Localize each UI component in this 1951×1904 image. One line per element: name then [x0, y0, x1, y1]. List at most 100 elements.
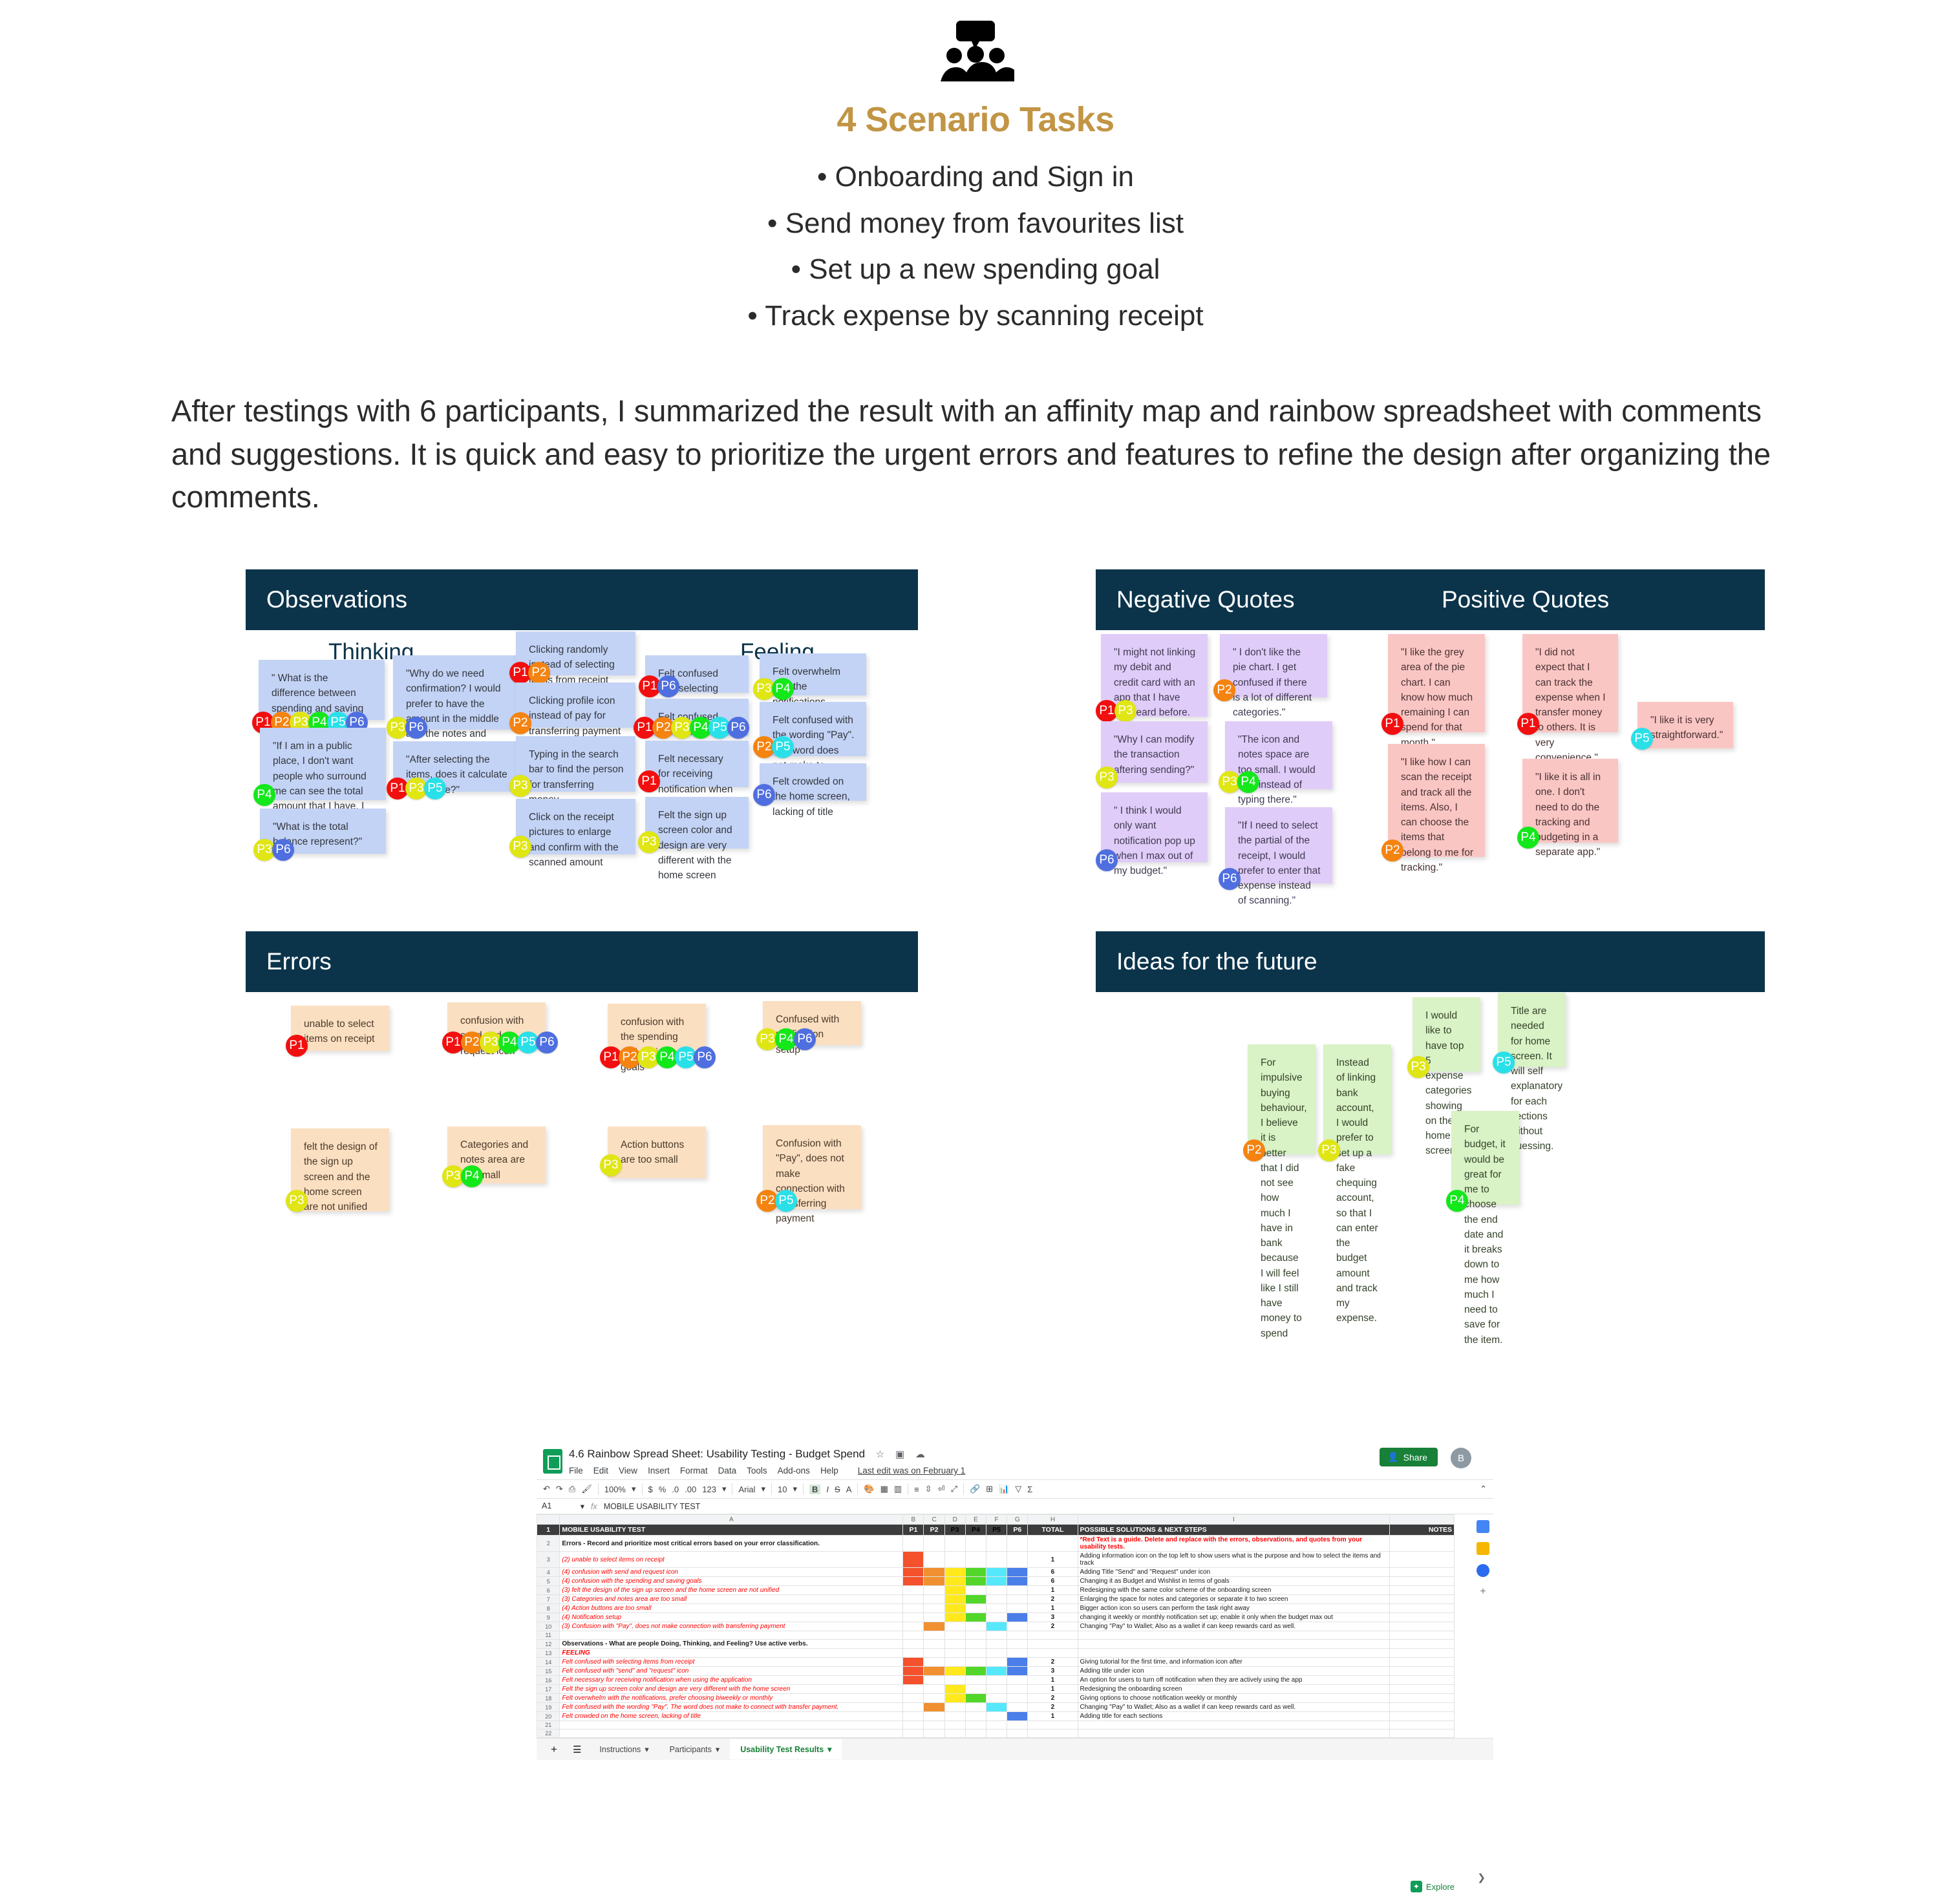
cell-notes[interactable] [1389, 1720, 1455, 1729]
cell-participant-p2[interactable] [923, 1594, 945, 1604]
sheet-tab-instructions[interactable]: Instructions ▾ [589, 1739, 659, 1759]
cell-description[interactable]: Felt the sign up screen color and design… [559, 1684, 904, 1694]
table-row[interactable]: 17 Felt the sign up screen color and desi… [536, 1684, 1455, 1694]
cell-participant-p1[interactable] [902, 1675, 924, 1685]
row-number[interactable]: 12 [536, 1639, 560, 1649]
cell-participant-p6[interactable] [1007, 1631, 1029, 1640]
cell-participant-p5[interactable] [985, 1551, 1008, 1568]
cell-notes[interactable] [1389, 1666, 1455, 1676]
cell-participant-p5[interactable] [985, 1693, 1008, 1703]
cell-participant-p5[interactable] [985, 1666, 1008, 1676]
cell-description[interactable]: (3) felt the design of the sign up scree… [559, 1585, 904, 1595]
cell-total[interactable] [1027, 1639, 1078, 1649]
cell-total[interactable]: 1 [1027, 1603, 1078, 1613]
add-addon-icon[interactable]: + [1480, 1586, 1486, 1598]
cell-participant-p6[interactable] [1007, 1684, 1029, 1694]
fill-color-icon[interactable]: 🎨 [864, 1484, 874, 1494]
cell-notes[interactable] [1389, 1594, 1455, 1604]
cell-participant-p4[interactable] [965, 1711, 986, 1721]
cell-participant-p5[interactable] [985, 1711, 1008, 1721]
text-wrap-icon[interactable]: ⏎ [938, 1484, 945, 1494]
explore-button[interactable]: ✦ Explore [1410, 1881, 1455, 1892]
calendar-icon[interactable] [1477, 1520, 1489, 1533]
cell-participant-p4[interactable] [965, 1631, 986, 1640]
row-number[interactable]: 11 [536, 1631, 560, 1640]
chevron-down-icon[interactable]: ▾ [827, 1744, 831, 1754]
cell-participant-p5[interactable] [985, 1603, 1008, 1613]
cell-participant-p4[interactable] [965, 1693, 986, 1703]
cell-description[interactable]: (4) confusion with send and request icon [559, 1567, 904, 1577]
cell-notes[interactable] [1389, 1648, 1455, 1658]
cell-solution[interactable] [1077, 1631, 1391, 1640]
cell-participant-p3[interactable] [944, 1666, 966, 1676]
sticky-note[interactable]: Action buttons are too small [608, 1127, 706, 1179]
column-header-e[interactable]: E [965, 1514, 986, 1525]
menu-edit[interactable]: Edit [593, 1466, 608, 1476]
cell-participant-p1[interactable] [902, 1613, 924, 1622]
cell-participant-p2[interactable] [923, 1657, 945, 1667]
cell-participant-p5[interactable] [985, 1702, 1008, 1712]
cell-participant-p2[interactable] [923, 1622, 945, 1631]
cell-participant-p3[interactable] [944, 1657, 966, 1667]
cell-description[interactable] [559, 1729, 904, 1738]
cell-participant-p6[interactable] [1007, 1711, 1029, 1721]
cell-participant-p1[interactable] [902, 1639, 924, 1649]
print-icon[interactable]: ⎙ [569, 1484, 575, 1494]
table-row[interactable]: 7 (3) Categories and notes area are too s… [536, 1594, 1455, 1604]
cell-total[interactable] [1027, 1535, 1078, 1552]
row-number[interactable]: 1 [536, 1524, 560, 1536]
cell-participant-p4[interactable] [965, 1622, 986, 1631]
chevron-down-icon[interactable]: ▾ [722, 1484, 727, 1494]
cell-participant-p6[interactable] [1007, 1702, 1029, 1712]
cell-participant-p1[interactable] [902, 1711, 924, 1721]
menu-tools[interactable]: Tools [747, 1466, 767, 1476]
cell-participant-p5[interactable] [985, 1639, 1008, 1649]
share-button[interactable]: 👤 Share [1380, 1448, 1438, 1466]
cell-description[interactable]: (3) Confusion with "Pay", does not make … [559, 1622, 904, 1631]
merge-cells-icon[interactable]: ▥ [894, 1484, 902, 1494]
table-row[interactable]: 16 Felt necessary for receiving notificat… [536, 1675, 1455, 1685]
vertical-align-icon[interactable]: ⇳ [925, 1484, 932, 1494]
menu-view[interactable]: View [619, 1466, 637, 1476]
cell-description[interactable]: (3) Categories and notes area are too sm… [559, 1594, 904, 1604]
cell-description[interactable]: (2) unable to select items on receipt [559, 1551, 904, 1568]
cell-participant-p2[interactable] [923, 1684, 945, 1694]
cell-notes[interactable] [1389, 1567, 1455, 1577]
row-number[interactable]: 5 [536, 1576, 560, 1586]
menu-help[interactable]: Help [820, 1466, 838, 1476]
cell-notes[interactable] [1389, 1711, 1455, 1721]
table-row[interactable]: 13 FEELING [536, 1648, 1455, 1658]
row-number[interactable]: 17 [536, 1684, 560, 1694]
row-number[interactable]: 22 [536, 1729, 560, 1738]
cell-participant-p4[interactable] [965, 1585, 986, 1595]
cell-participant-p6[interactable] [1007, 1576, 1029, 1586]
row-number[interactable]: 13 [536, 1648, 560, 1658]
cell-participant-p3[interactable] [944, 1613, 966, 1622]
cell-participant-p4[interactable] [965, 1639, 986, 1649]
cell-participant-p1[interactable] [902, 1720, 924, 1729]
cell-participant-p1[interactable] [902, 1693, 924, 1703]
cell-participant-p1[interactable] [902, 1603, 924, 1613]
column-header-f[interactable]: F [985, 1514, 1008, 1525]
move-to-folder-icon[interactable]: ▣ [895, 1448, 904, 1460]
cell-notes[interactable] [1389, 1622, 1455, 1631]
cell-participant-p3[interactable] [944, 1648, 966, 1658]
cell-description[interactable]: Felt overwhelm with the notifications, p… [559, 1693, 904, 1703]
row-number[interactable]: 14 [536, 1657, 560, 1667]
sticky-note[interactable]: Felt crowded on the home screen, lacking… [760, 763, 866, 818]
menu-format[interactable]: Format [680, 1466, 708, 1476]
cell-description[interactable]: Errors - Record and prioritize most crit… [559, 1535, 904, 1552]
cell-participant-p1[interactable] [902, 1576, 924, 1586]
chevron-down-icon[interactable]: ▾ [716, 1744, 720, 1754]
cell-participant-p2[interactable] [923, 1535, 945, 1552]
chevron-down-icon[interactable]: ▾ [632, 1484, 636, 1494]
table-row[interactable]: 9 (4) Notification setup 3 changing it week… [536, 1613, 1455, 1622]
strikethrough-button[interactable]: S [835, 1485, 840, 1494]
cell-description[interactable] [559, 1631, 904, 1640]
keep-icon[interactable] [1477, 1542, 1489, 1555]
cell-participant-p3[interactable] [944, 1639, 966, 1649]
cell-participant-p5[interactable] [985, 1613, 1008, 1622]
cell-solution[interactable] [1077, 1720, 1391, 1729]
row-number[interactable]: 2 [536, 1535, 560, 1552]
cell-description[interactable]: Felt necessary for receiving notificatio… [559, 1675, 904, 1685]
